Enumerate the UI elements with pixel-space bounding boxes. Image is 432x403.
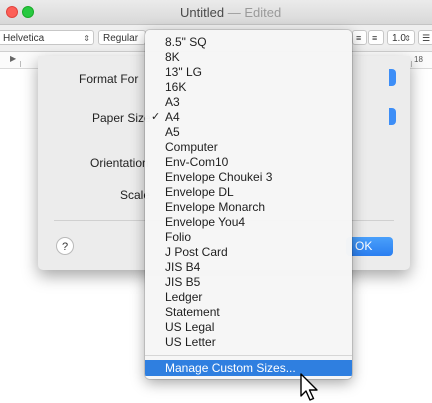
align-justify-button[interactable]: ≡	[352, 30, 367, 45]
paper-size-option[interactable]: J Post Card	[145, 245, 352, 260]
paper-size-option[interactable]: 8.5" SQ	[145, 35, 352, 50]
paper-size-option[interactable]: Envelope Monarch	[145, 200, 352, 215]
paper-size-option-label: Envelope Monarch	[165, 200, 266, 214]
paper-size-menu: 8.5" SQ 8K 13" LG 16K A3 ✓ A4 A5 Computer Env-Com…	[145, 30, 352, 379]
paper-size-option-label: Computer	[165, 140, 218, 154]
paper-size-option[interactable]: JIS B5	[145, 275, 352, 290]
title-separator: —	[227, 5, 241, 20]
paper-size-option-label: US Legal	[165, 320, 215, 334]
paper-size-option-label: A4	[165, 110, 180, 124]
paper-size-option-label: JIS B5	[165, 275, 201, 289]
checkmark-icon: ✓	[151, 111, 161, 123]
paper-size-option-label: J Post Card	[165, 245, 228, 259]
paper-size-option[interactable]: ✓ A4	[145, 110, 352, 125]
menu-separator	[145, 355, 352, 356]
chevron-updown-icon: ⇕	[83, 34, 90, 43]
orientation-label: Orientation	[90, 156, 149, 170]
paper-size-option-label: Envelope Choukei 3	[165, 170, 273, 184]
paper-size-option[interactable]: Env-Com10	[145, 155, 352, 170]
paper-size-option[interactable]: US Letter	[145, 335, 352, 350]
mouse-pointer-icon	[300, 373, 318, 401]
align-right-button[interactable]: ≡	[368, 30, 384, 45]
paper-size-option-label: Env-Com10	[165, 155, 229, 169]
paper-size-option-label: 13" LG	[165, 65, 202, 79]
paper-size-popup-arrows[interactable]	[389, 108, 396, 125]
align-right-icon: ≡	[372, 33, 378, 43]
ruler-tick	[20, 61, 21, 67]
paper-size-option-label: A3	[165, 95, 180, 109]
paper-size-option-label: Envelope DL	[165, 185, 234, 199]
ok-button[interactable]: OK	[346, 237, 393, 256]
paper-size-option-label: Ledger	[165, 290, 203, 304]
paper-size-option[interactable]: Computer	[145, 140, 352, 155]
paper-size-option-label: 8.5" SQ	[165, 35, 207, 49]
chevron-updown-icon: ⇕	[404, 34, 411, 43]
paper-size-option-label: 16K	[165, 80, 187, 94]
paper-size-option[interactable]: 8K	[145, 50, 352, 65]
font-family-popup[interactable]: Helvetica ⇕	[0, 30, 94, 45]
document-name: Untitled	[180, 5, 225, 20]
close-window-button[interactable]	[6, 6, 18, 18]
paper-size-option[interactable]: Envelope Choukei 3	[145, 170, 352, 185]
format-for-popup-arrows[interactable]	[389, 69, 396, 86]
list-icon: ☰	[422, 33, 431, 43]
window-title: Untitled — Edited	[180, 5, 281, 20]
font-style-popup[interactable]: Regular	[98, 30, 146, 45]
font-style-value: Regular	[103, 33, 139, 44]
manage-custom-sizes-label: Manage Custom Sizes...	[165, 361, 296, 375]
paper-size-option[interactable]: A3	[145, 95, 352, 110]
align-justify-icon: ≡	[356, 33, 362, 43]
paper-size-option[interactable]: Statement	[145, 305, 352, 320]
paper-size-option-label: 8K	[165, 50, 180, 64]
paper-size-option-label: Folio	[165, 230, 192, 244]
paper-size-option[interactable]: Envelope DL	[145, 185, 352, 200]
indent-marker-icon[interactable]: ▶	[10, 54, 16, 63]
paper-size-option-label: A5	[165, 125, 180, 139]
paper-size-option[interactable]: JIS B4	[145, 260, 352, 275]
paper-size-option-label: US Letter	[165, 335, 216, 349]
zoom-window-button[interactable]	[22, 6, 34, 18]
paper-size-option[interactable]: US Legal	[145, 320, 352, 335]
paper-size-option-label: JIS B4	[165, 260, 201, 274]
list-style-button[interactable]: ☰	[418, 30, 432, 45]
paper-size-option[interactable]: A5	[145, 125, 352, 140]
title-bar: Untitled — Edited	[0, 0, 432, 25]
paper-size-option-label: Statement	[165, 305, 220, 319]
font-family-value: Helvetica	[3, 33, 45, 44]
paper-size-option-label: Envelope You4	[165, 215, 246, 229]
ruler-mark: 18	[414, 55, 423, 64]
paper-size-option[interactable]: Folio	[145, 230, 352, 245]
line-spacing-popup[interactable]: 1.0 ⇕	[387, 30, 415, 45]
edited-status: Edited	[244, 5, 282, 20]
ruler-tick	[411, 61, 412, 67]
paper-size-option[interactable]: 16K	[145, 80, 352, 95]
paper-size-option[interactable]: Ledger	[145, 290, 352, 305]
format-for-label: Format For	[79, 72, 139, 86]
paper-size-option[interactable]: 13" LG	[145, 65, 352, 80]
paper-size-option[interactable]: Envelope You4	[145, 215, 352, 230]
paper-size-label: Paper Size	[92, 111, 151, 125]
help-button[interactable]: ?	[56, 237, 74, 255]
